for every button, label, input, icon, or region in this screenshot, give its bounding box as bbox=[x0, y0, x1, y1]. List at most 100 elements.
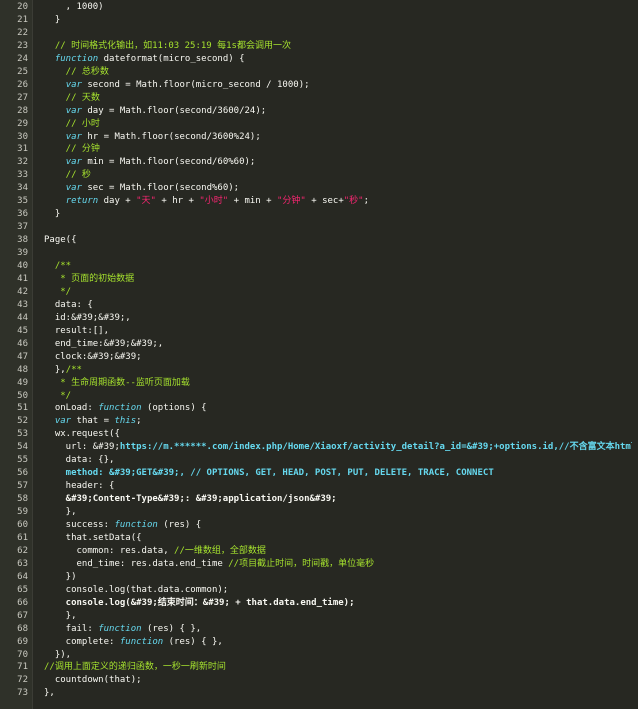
code-line[interactable]: 41 * 页面的初始数据 bbox=[0, 273, 638, 285]
code-token: this bbox=[114, 416, 137, 427]
code-token: }) bbox=[44, 571, 77, 582]
code-line[interactable]: 33 // 秒 bbox=[0, 169, 638, 181]
code-token: end_time: res.data.end_time bbox=[44, 558, 229, 569]
code-line[interactable]: 20 , 1000) bbox=[0, 1, 638, 13]
code-line[interactable]: 34 var sec = Math.floor(second%60); bbox=[0, 182, 638, 194]
code-line[interactable]: 23 // 时间格式化输出，如11:03 25:19 每1s都会调用一次 bbox=[0, 40, 638, 52]
line-number: 50 bbox=[17, 390, 28, 401]
code-token: + hr + bbox=[155, 196, 200, 207]
code-line[interactable]: 51 onLoad: function (options) { bbox=[0, 402, 638, 414]
code-token: * 页面的初始数据 bbox=[44, 273, 135, 284]
line-text: var that = this; bbox=[44, 415, 142, 427]
code-line[interactable]: 48 },/** bbox=[0, 364, 638, 376]
code-line[interactable]: 30 var hr = Math.floor(second/3600%24); bbox=[0, 131, 638, 143]
code-token: onLoad: bbox=[44, 403, 99, 414]
code-token: "分钟" bbox=[276, 196, 306, 207]
code-token: //调用上面定义的递归函数，一秒一刷新时间 bbox=[44, 662, 226, 673]
code-token: }, bbox=[44, 610, 77, 621]
code-token: } bbox=[44, 14, 61, 25]
code-line[interactable]: 67 }, bbox=[0, 610, 638, 622]
code-line[interactable]: 62 common: res.data, //一维数组，全部数据 bbox=[0, 545, 638, 557]
line-text: },/** bbox=[44, 364, 82, 376]
code-line[interactable]: 25 // 总秒数 bbox=[0, 66, 638, 78]
scrollbar[interactable] bbox=[632, 0, 638, 709]
code-token: + sec+ bbox=[305, 196, 344, 207]
code-line[interactable]: 35 return day + "天" + hr + "小时" + min + … bbox=[0, 195, 638, 207]
code-line[interactable]: 44 id:&#39;&#39;, bbox=[0, 312, 638, 324]
code-line[interactable]: 59 }, bbox=[0, 506, 638, 518]
code-line[interactable]: 65 console.log(that.data.common); bbox=[0, 584, 638, 596]
code-line[interactable]: 60 success: function (res) { bbox=[0, 519, 638, 531]
line-text: , 1000) bbox=[44, 1, 104, 13]
code-line[interactable]: 21 } bbox=[0, 14, 638, 26]
code-line[interactable]: 36 } bbox=[0, 208, 638, 220]
code-token: function bbox=[119, 636, 164, 647]
line-text: fail: function (res) { }, bbox=[44, 623, 201, 635]
code-line[interactable]: 49 * 生命周期函数--监听页面加载 bbox=[0, 377, 638, 389]
code-line[interactable]: 40 /** bbox=[0, 260, 638, 272]
code-line[interactable]: 28 var day = Math.floor(second/3600/24); bbox=[0, 105, 638, 117]
code-token: }), bbox=[44, 649, 72, 660]
code-line[interactable]: 42 */ bbox=[0, 286, 638, 298]
code-line[interactable]: 26 var second = Math.floor(micro_second … bbox=[0, 79, 638, 91]
code-line[interactable]: 56 method: &#39;GET&#39;, // OPTIONS, GE… bbox=[0, 467, 638, 479]
code-token: // 天数 bbox=[44, 92, 100, 103]
code-line[interactable]: 73}, bbox=[0, 687, 638, 699]
line-number: 49 bbox=[17, 377, 28, 388]
code-editor[interactable]: 20 , 1000) 21 } 22 23 // 时间格式化输出，如11:03 25:… bbox=[0, 0, 638, 709]
code-token: var bbox=[54, 416, 72, 427]
code-line[interactable]: 29 // 小时 bbox=[0, 118, 638, 130]
code-line[interactable]: 46 end_time:&#39;&#39;, bbox=[0, 338, 638, 350]
line-number: 67 bbox=[17, 610, 28, 621]
code-line[interactable]: 24 function dateformat(micro_second) { bbox=[0, 53, 638, 65]
code-line[interactable]: 55 data: {}, bbox=[0, 454, 638, 466]
code-line[interactable]: 70 }), bbox=[0, 649, 638, 661]
line-number: 44 bbox=[17, 312, 28, 323]
code-line[interactable]: 45 result:[], bbox=[0, 325, 638, 337]
code-line[interactable]: 68 fail: function (res) { }, bbox=[0, 623, 638, 635]
code-line[interactable]: 72 countdown(that); bbox=[0, 674, 638, 686]
line-text: that.setData({ bbox=[44, 532, 142, 544]
code-line[interactable]: 64 }) bbox=[0, 571, 638, 583]
code-line[interactable]: 58 &#39;Content-Type&#39;: &#39;applicat… bbox=[0, 493, 638, 505]
line-text: return day + "天" + hr + "小时" + min + "分钟… bbox=[44, 195, 369, 207]
code-line[interactable]: 37 bbox=[0, 221, 638, 233]
code-line[interactable]: 66 console.log(&#39;结束时间：&#39; + that.da… bbox=[0, 597, 638, 609]
code-line[interactable]: 27 // 天数 bbox=[0, 92, 638, 104]
code-line[interactable]: 69 complete: function (res) { }, bbox=[0, 636, 638, 648]
code-line[interactable]: 47 clock:&#39;&#39; bbox=[0, 351, 638, 363]
code-line[interactable]: 52 var that = this; bbox=[0, 415, 638, 427]
code-line[interactable]: 43 data: { bbox=[0, 299, 638, 311]
code-token: id:&#39;&#39;, bbox=[44, 312, 131, 323]
code-token: console.log(that.data.common); bbox=[44, 584, 229, 595]
line-number: 57 bbox=[17, 481, 28, 492]
code-line[interactable]: 63 end_time: res.data.end_time //项目截止时间，… bbox=[0, 558, 638, 570]
code-token: second = Math.floor(micro_second / 1000)… bbox=[81, 79, 310, 90]
code-line[interactable]: 50 */ bbox=[0, 390, 638, 402]
line-text: // 小时 bbox=[44, 118, 100, 130]
code-line[interactable]: 39 bbox=[0, 247, 638, 259]
line-text: var hr = Math.floor(second/3600%24); bbox=[44, 131, 261, 143]
line-text: */ bbox=[44, 286, 71, 298]
code-token: */ bbox=[44, 286, 72, 297]
code-line[interactable]: 57 header: { bbox=[0, 480, 638, 492]
code-line[interactable]: 31 // 分钟 bbox=[0, 143, 638, 155]
line-number: 28 bbox=[17, 105, 28, 116]
code-line[interactable]: 32 var min = Math.floor(second/60%60); bbox=[0, 156, 638, 168]
code-line[interactable]: 61 that.setData({ bbox=[0, 532, 638, 544]
line-text: * 页面的初始数据 bbox=[44, 273, 134, 285]
code-line[interactable]: 38 Page({ bbox=[0, 234, 638, 246]
code-line[interactable]: 71 //调用上面定义的递归函数，一秒一刷新时间 bbox=[0, 661, 638, 673]
line-number: 60 bbox=[17, 520, 28, 530]
line-text: //调用上面定义的递归函数，一秒一刷新时间 bbox=[44, 661, 226, 673]
code-line[interactable]: 22 bbox=[0, 27, 638, 39]
line-text: Page({ bbox=[44, 234, 77, 246]
code-token: function bbox=[114, 520, 158, 530]
code-line[interactable]: 53 wx.request({ bbox=[0, 428, 638, 440]
code-line[interactable]: 54 url: &#39;https://m.******.com/index.… bbox=[0, 441, 638, 453]
line-number: 36 bbox=[17, 209, 28, 220]
